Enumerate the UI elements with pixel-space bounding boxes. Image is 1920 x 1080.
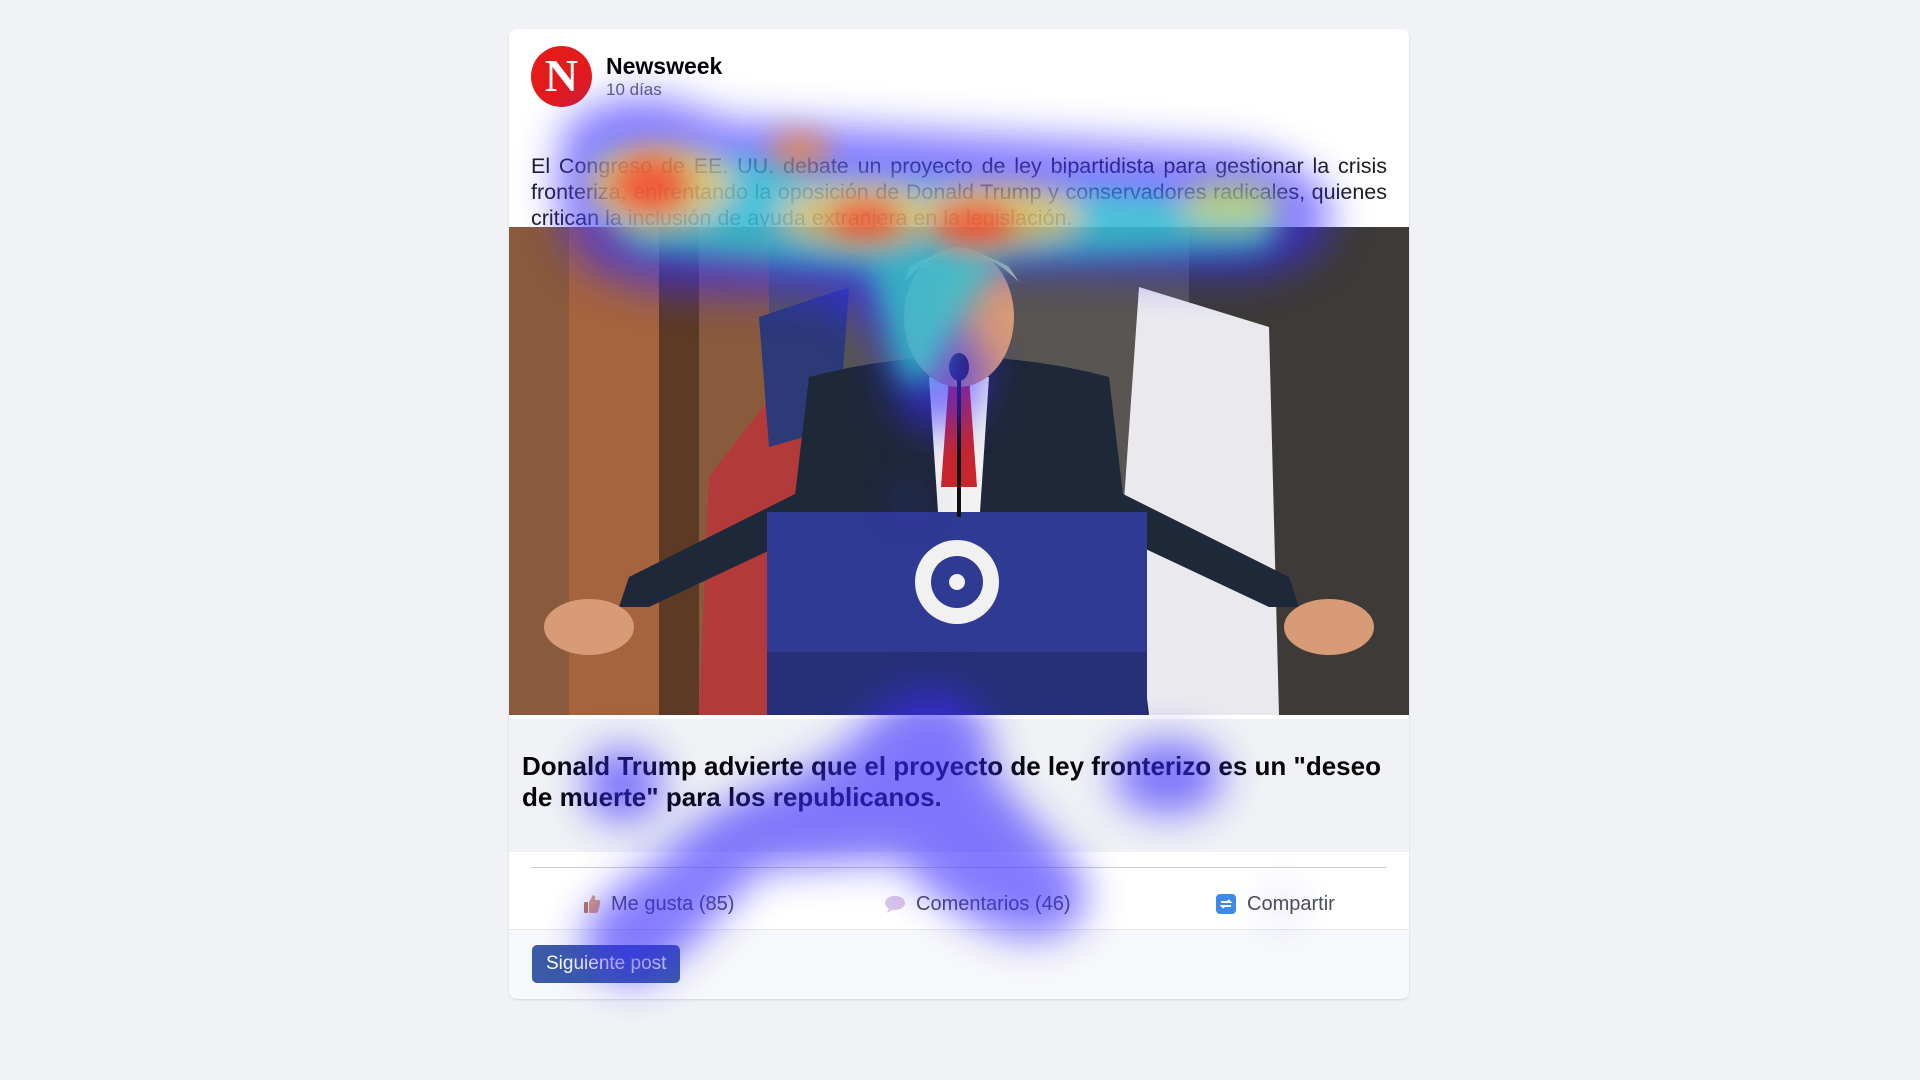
page-name[interactable]: Newsweek xyxy=(606,52,722,80)
post-card: N Newsweek 10 días El Congreso de EE. UU… xyxy=(509,29,1409,999)
comment-button[interactable]: Comentarios (46) xyxy=(884,879,1071,929)
post-footer: Siguiente post xyxy=(509,929,1409,999)
share-icon xyxy=(1215,893,1237,915)
post-photo[interactable] xyxy=(509,227,1409,715)
post-actions: Me gusta (85) Comentarios (46) Compartir xyxy=(509,879,1409,929)
photo-illustration xyxy=(509,227,1409,715)
actions-divider xyxy=(531,867,1387,868)
next-post-button[interactable]: Siguiente post xyxy=(532,945,681,983)
post-text: El Congreso de EE. UU. debate un proyect… xyxy=(531,154,1387,230)
post-timestamp[interactable]: 10 días xyxy=(606,80,722,100)
like-button[interactable]: Me gusta (85) xyxy=(583,879,734,929)
post-header: N Newsweek 10 días xyxy=(531,45,722,107)
post-meta: Newsweek 10 días xyxy=(606,52,722,100)
speech-bubble-icon xyxy=(884,895,906,913)
newsweek-logo[interactable]: N xyxy=(531,45,592,107)
comment-label: Comentarios (46) xyxy=(916,892,1071,915)
thumbs-up-icon xyxy=(583,894,601,914)
link-preview[interactable]: Donald Trump advierte que el proyecto de… xyxy=(509,719,1409,852)
share-button[interactable]: Compartir xyxy=(1215,879,1335,929)
share-label: Compartir xyxy=(1247,892,1335,915)
like-label: Me gusta (85) xyxy=(611,892,735,915)
link-headline[interactable]: Donald Trump advierte que el proyecto de… xyxy=(522,751,1382,813)
